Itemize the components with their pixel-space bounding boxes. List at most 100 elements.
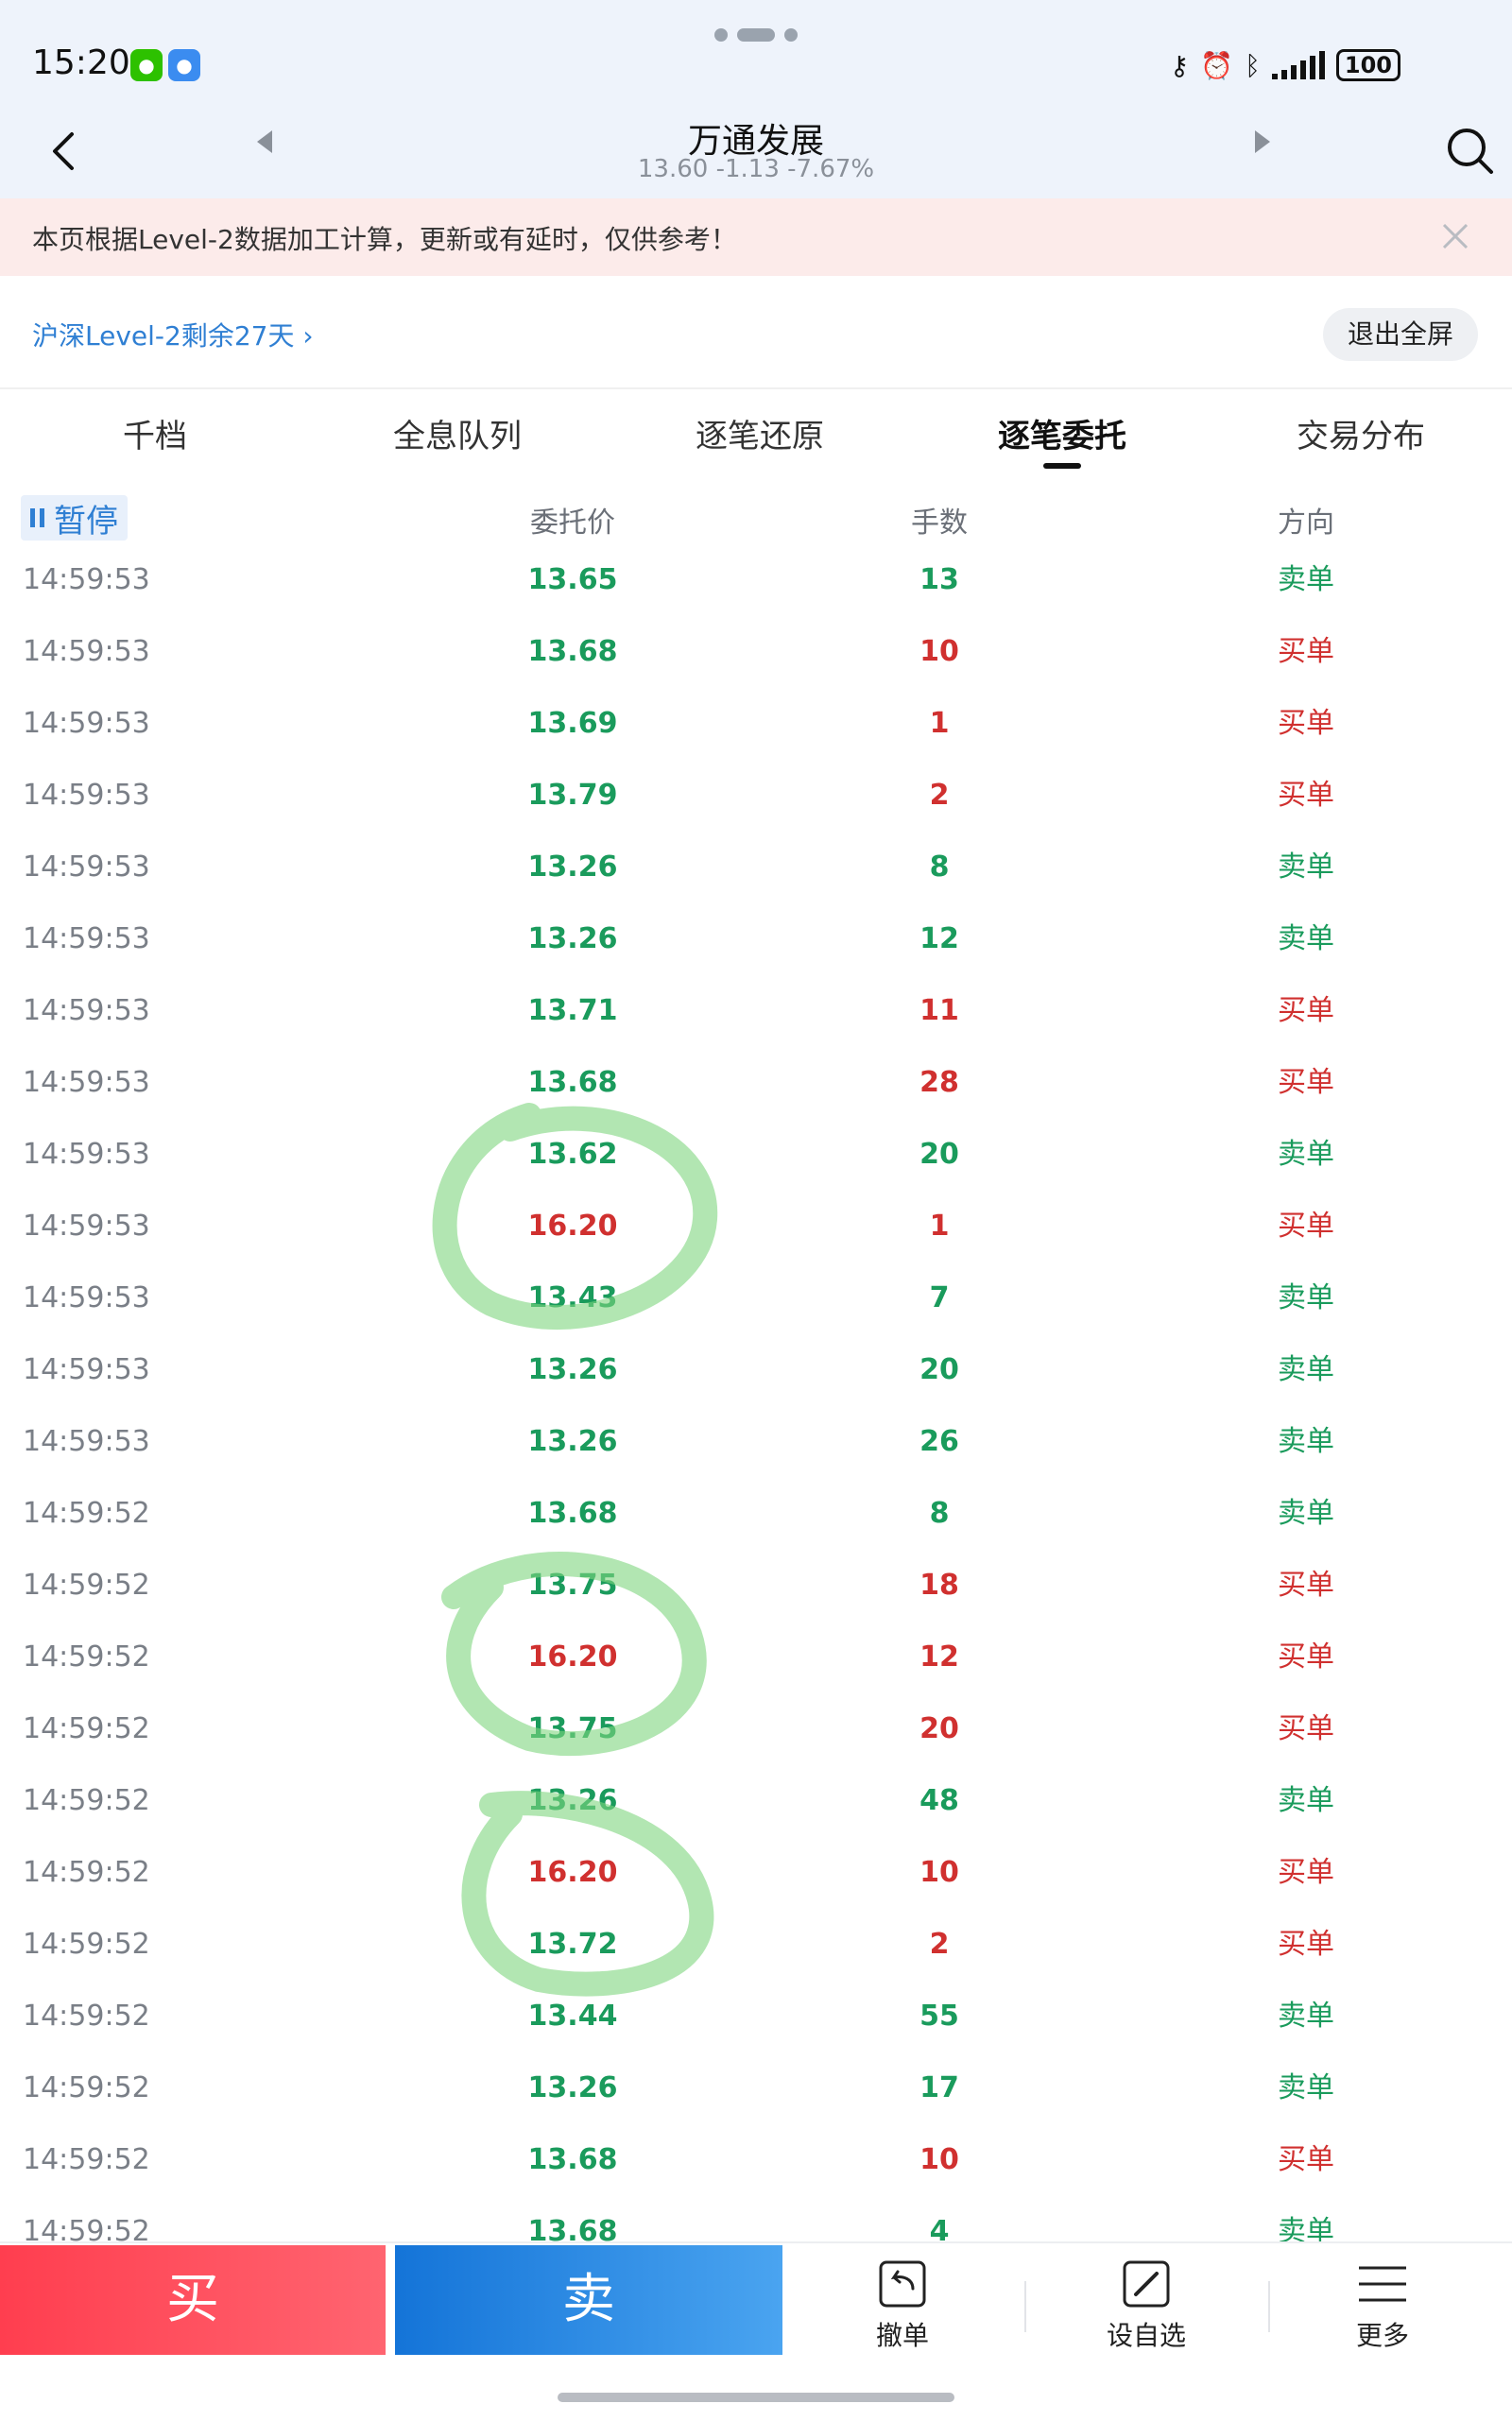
- order-qty: 1: [929, 707, 950, 740]
- order-qty: 48: [919, 1784, 959, 1817]
- order-price: 13.43: [527, 1281, 618, 1314]
- cancel-order-button[interactable]: 撤单: [832, 2257, 973, 2353]
- order-time: 14:59:53: [23, 1210, 150, 1243]
- order-time: 14:59:52: [23, 2215, 150, 2241]
- table-row: 14:59:53 16.20 1 买单: [0, 1200, 1512, 1272]
- order-direction: 买单: [1278, 994, 1334, 1027]
- order-time: 14:59:52: [23, 1928, 150, 1961]
- table-row: 14:59:53 13.69 1 买单: [0, 697, 1512, 769]
- next-stock-icon[interactable]: [1255, 130, 1270, 153]
- order-time: 14:59:53: [23, 1066, 150, 1099]
- order-direction: 买单: [1278, 707, 1334, 740]
- order-price: 13.68: [527, 1066, 618, 1099]
- exit-fullscreen-button[interactable]: 退出全屏: [1323, 308, 1478, 361]
- table-row: 14:59:53 13.26 12 卖单: [0, 913, 1512, 985]
- order-time: 14:59:53: [23, 1138, 150, 1171]
- order-direction: 买单: [1278, 1210, 1334, 1243]
- table-row: 14:59:52 13.72 2 买单: [0, 1918, 1512, 1990]
- sell-button[interactable]: 卖: [395, 2245, 782, 2355]
- order-direction: 卖单: [1278, 2071, 1334, 2104]
- menu-icon: [1359, 2266, 1406, 2302]
- order-price: 13.26: [527, 1353, 618, 1386]
- toolbar-divider: [1268, 2281, 1270, 2332]
- chevron-right-icon: ›: [302, 320, 314, 352]
- more-button[interactable]: 更多: [1312, 2257, 1453, 2353]
- table-row: 14:59:52 13.68 8 卖单: [0, 1487, 1512, 1559]
- level2-link[interactable]: 沪深Level-2剩余27天 ›: [32, 316, 314, 353]
- order-qty: 11: [919, 994, 959, 1027]
- search-icon[interactable]: [1442, 123, 1499, 180]
- order-qty: 12: [919, 922, 959, 955]
- tab-quanxi-queue[interactable]: 全息队列: [306, 410, 609, 456]
- table-row: 14:59:53 13.68 10 买单: [0, 626, 1512, 697]
- table-row: 14:59:53 13.43 7 卖单: [0, 1272, 1512, 1344]
- order-direction: 卖单: [1278, 1353, 1334, 1386]
- order-price: 13.68: [527, 2215, 618, 2241]
- order-price: 13.68: [527, 635, 618, 668]
- alarm-icon: ⏰: [1200, 49, 1234, 81]
- tab-qiandang[interactable]: 千档: [4, 410, 306, 456]
- column-qty: 手数: [911, 507, 968, 540]
- order-price: 13.68: [527, 2143, 618, 2176]
- order-time: 14:59:53: [23, 635, 150, 668]
- table-row: 14:59:52 13.26 48 卖单: [0, 1775, 1512, 1846]
- order-time: 14:59:53: [23, 922, 150, 955]
- order-qty: 2: [929, 1928, 950, 1961]
- order-price: 13.75: [527, 1712, 618, 1745]
- order-qty: 7: [929, 1281, 950, 1314]
- order-qty: 12: [919, 1640, 959, 1674]
- order-price: 13.75: [527, 1569, 618, 1602]
- buy-button[interactable]: 买: [0, 2245, 386, 2355]
- status-icons: ⚷ ⏰ ᛒ 100: [1170, 49, 1400, 81]
- order-time: 14:59:52: [23, 1497, 150, 1530]
- tab-trade-distribution[interactable]: 交易分布: [1210, 410, 1512, 456]
- table-row: 14:59:53 13.79 2 买单: [0, 769, 1512, 841]
- battery-icon: 100: [1335, 49, 1400, 81]
- order-qty: 13: [919, 563, 959, 596]
- tab-zhubi-huanyuan[interactable]: 逐笔还原: [609, 410, 911, 456]
- order-time: 14:59:52: [23, 1856, 150, 1889]
- order-direction: 买单: [1278, 1712, 1334, 1745]
- table-row: 14:59:53 13.71 11 买单: [0, 985, 1512, 1056]
- add-watchlist-label: 设自选: [1106, 2320, 1186, 2351]
- order-direction: 卖单: [1278, 1281, 1334, 1314]
- order-price: 13.65: [527, 563, 618, 596]
- more-label: 更多: [1355, 2320, 1409, 2351]
- order-qty: 18: [919, 1569, 959, 1602]
- order-qty: 2: [929, 779, 950, 812]
- tab-zhubi-weituo[interactable]: 逐笔委托: [911, 410, 1213, 456]
- order-time: 14:59:52: [23, 2071, 150, 2104]
- order-time: 14:59:52: [23, 2143, 150, 2176]
- multitask-dots-icon[interactable]: [714, 28, 799, 42]
- order-direction: 卖单: [1278, 1784, 1334, 1817]
- order-time: 14:59:52: [23, 1712, 150, 1745]
- table-row: 14:59:52 13.44 55 卖单: [0, 1990, 1512, 2062]
- table-row: 14:59:53 13.26 20 卖单: [0, 1344, 1512, 1416]
- pause-label: 暂停: [54, 502, 118, 541]
- order-price: 16.20: [527, 1210, 618, 1243]
- column-direction: 方向: [1278, 507, 1334, 540]
- table-row: 14:59:52 16.20 10 买单: [0, 1846, 1512, 1918]
- order-price: 16.20: [527, 1856, 618, 1889]
- order-price: 13.71: [527, 994, 618, 1027]
- order-direction: 买单: [1278, 1856, 1334, 1889]
- table-row: 14:59:52 13.68 4 卖单: [0, 2206, 1512, 2241]
- signal-icon: [1271, 51, 1325, 79]
- order-price: 13.26: [527, 1784, 618, 1817]
- home-indicator[interactable]: [558, 2393, 954, 2402]
- pause-button[interactable]: 暂停: [21, 495, 128, 541]
- table-row: 14:59:53 13.68 28 买单: [0, 1056, 1512, 1128]
- order-price: 13.79: [527, 779, 618, 812]
- order-qty: 17: [919, 2071, 959, 2104]
- stock-quote: 13.60 -1.13 -7.67%: [637, 155, 875, 183]
- order-direction: 买单: [1278, 1066, 1334, 1099]
- column-header: 暂停 委托价 手数 方向: [0, 484, 1512, 548]
- add-watchlist-button[interactable]: 设自选: [1075, 2257, 1217, 2353]
- order-time: 14:59:53: [23, 994, 150, 1027]
- close-icon[interactable]: [1436, 217, 1474, 255]
- order-time: 14:59:52: [23, 2000, 150, 2033]
- notice-text: 本页根据Level-2数据加工计算，更新或有延时，仅供参考！: [32, 224, 737, 255]
- table-row: 14:59:52 13.68 10 买单: [0, 2134, 1512, 2206]
- order-table[interactable]: 14:59:53 13.65 13 卖单 14:59:53 13.68 10 买单 14:59:…: [0, 554, 1512, 2241]
- order-qty: 8: [929, 850, 950, 884]
